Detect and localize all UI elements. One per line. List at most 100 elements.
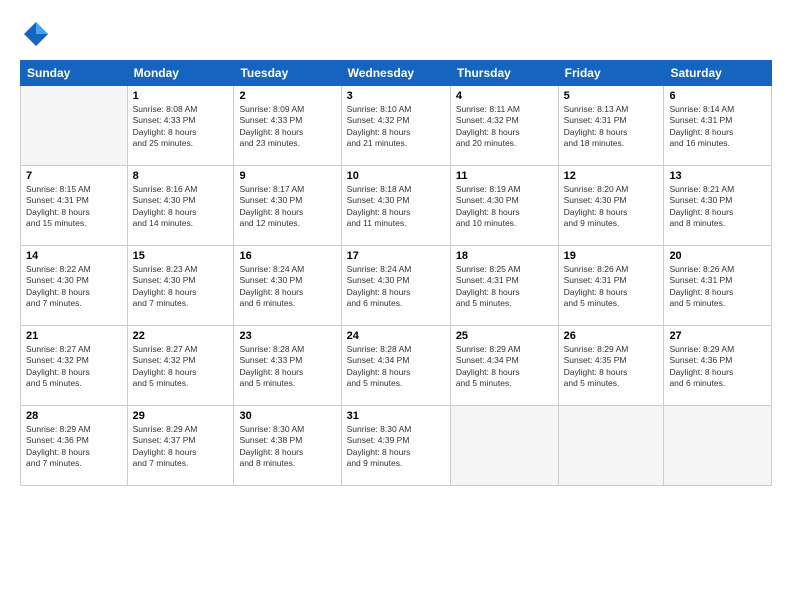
- day-number: 17: [347, 250, 445, 262]
- day-info: Sunrise: 8:21 AM Sunset: 4:30 PM Dayligh…: [669, 184, 766, 230]
- day-number: 1: [133, 90, 229, 102]
- day-number: 14: [26, 250, 122, 262]
- weekday-row: SundayMondayTuesdayWednesdayThursdayFrid…: [21, 61, 772, 86]
- day-number: 23: [239, 330, 335, 342]
- day-number: 19: [564, 250, 659, 262]
- day-info: Sunrise: 8:24 AM Sunset: 4:30 PM Dayligh…: [239, 264, 335, 310]
- day-number: 28: [26, 410, 122, 422]
- day-info: Sunrise: 8:29 AM Sunset: 4:35 PM Dayligh…: [564, 344, 659, 390]
- day-info: Sunrise: 8:28 AM Sunset: 4:34 PM Dayligh…: [347, 344, 445, 390]
- day-cell: 9 Sunrise: 8:17 AM Sunset: 4:30 PM Daylig…: [234, 166, 341, 246]
- day-cell: [664, 406, 772, 486]
- weekday-header-friday: Friday: [558, 61, 664, 86]
- day-number: 31: [347, 410, 445, 422]
- day-number: 5: [564, 90, 659, 102]
- day-info: Sunrise: 8:24 AM Sunset: 4:30 PM Dayligh…: [347, 264, 445, 310]
- day-cell: 15 Sunrise: 8:23 AM Sunset: 4:30 PM Dayli…: [127, 246, 234, 326]
- day-cell: 10Sunrise: 8:18 AM Sunset: 4:30 PM Dayli…: [341, 166, 450, 246]
- weekday-header-thursday: Thursday: [450, 61, 558, 86]
- calendar-table: SundayMondayTuesdayWednesdayThursdayFrid…: [20, 60, 772, 486]
- day-cell: 17 Sunrise: 8:24 AM Sunset: 4:30 PM Dayli…: [341, 246, 450, 326]
- week-row-4: 21 Sunrise: 8:27 AM Sunset: 4:32 PM Dayli…: [21, 326, 772, 406]
- day-number: 20: [669, 250, 766, 262]
- day-cell: 2 Sunrise: 8:09 AM Sunset: 4:33 PM Daylig…: [234, 86, 341, 166]
- day-info: Sunrise: 8:27 AM Sunset: 4:32 PM Dayligh…: [133, 344, 229, 390]
- calendar-body: 1 Sunrise: 8:08 AM Sunset: 4:33 PM Daylig…: [21, 86, 772, 486]
- day-info: Sunrise: 8:26 AM Sunset: 4:31 PM Dayligh…: [669, 264, 766, 310]
- day-info: Sunrise: 8:26 AM Sunset: 4:31 PM Dayligh…: [564, 264, 659, 310]
- day-cell: 6 Sunrise: 8:14 AM Sunset: 4:31 PM Daylig…: [664, 86, 772, 166]
- day-number: 29: [133, 410, 229, 422]
- day-info: Sunrise: 8:30 AM Sunset: 4:38 PM Dayligh…: [239, 424, 335, 470]
- day-info: Sunrise: 8:30 AM Sunset: 4:39 PM Dayligh…: [347, 424, 445, 470]
- day-info: Sunrise: 8:23 AM Sunset: 4:30 PM Dayligh…: [133, 264, 229, 310]
- week-row-1: 1 Sunrise: 8:08 AM Sunset: 4:33 PM Daylig…: [21, 86, 772, 166]
- day-info: Sunrise: 8:29 AM Sunset: 4:36 PM Dayligh…: [26, 424, 122, 470]
- day-number: 27: [669, 330, 766, 342]
- day-info: Sunrise: 8:15 AM Sunset: 4:31 PM Dayligh…: [26, 184, 122, 230]
- day-cell: 1 Sunrise: 8:08 AM Sunset: 4:33 PM Daylig…: [127, 86, 234, 166]
- day-cell: 21 Sunrise: 8:27 AM Sunset: 4:32 PM Dayli…: [21, 326, 128, 406]
- day-number: 26: [564, 330, 659, 342]
- day-info: Sunrise: 8:22 AM Sunset: 4:30 PM Dayligh…: [26, 264, 122, 310]
- day-cell: 26 Sunrise: 8:29 AM Sunset: 4:35 PM Dayli…: [558, 326, 664, 406]
- day-info: Sunrise: 8:09 AM Sunset: 4:33 PM Dayligh…: [239, 104, 335, 150]
- page: SundayMondayTuesdayWednesdayThursdayFrid…: [0, 0, 792, 612]
- day-info: Sunrise: 8:10 AM Sunset: 4:32 PM Dayligh…: [347, 104, 445, 150]
- day-cell: 3 Sunrise: 8:10 AM Sunset: 4:32 PM Daylig…: [341, 86, 450, 166]
- day-cell: [21, 86, 128, 166]
- day-cell: 7 Sunrise: 8:15 AM Sunset: 4:31 PM Daylig…: [21, 166, 128, 246]
- day-number: 12: [564, 170, 659, 182]
- day-info: Sunrise: 8:20 AM Sunset: 4:30 PM Dayligh…: [564, 184, 659, 230]
- day-cell: 16Sunrise: 8:24 AM Sunset: 4:30 PM Dayli…: [234, 246, 341, 326]
- day-cell: 8 Sunrise: 8:16 AM Sunset: 4:30 PM Daylig…: [127, 166, 234, 246]
- day-info: Sunrise: 8:08 AM Sunset: 4:33 PM Dayligh…: [133, 104, 229, 150]
- header: [20, 18, 772, 50]
- week-row-5: 28 Sunrise: 8:29 AM Sunset: 4:36 PM Dayli…: [21, 406, 772, 486]
- day-cell: 24 Sunrise: 8:28 AM Sunset: 4:34 PM Dayli…: [341, 326, 450, 406]
- weekday-header-saturday: Saturday: [664, 61, 772, 86]
- day-cell: [558, 406, 664, 486]
- day-number: 30: [239, 410, 335, 422]
- logo: [20, 18, 56, 50]
- day-number: 24: [347, 330, 445, 342]
- day-number: 2: [239, 90, 335, 102]
- day-cell: 20 Sunrise: 8:26 AM Sunset: 4:31 PM Dayli…: [664, 246, 772, 326]
- day-number: 15: [133, 250, 229, 262]
- day-number: 22: [133, 330, 229, 342]
- day-number: 8: [133, 170, 229, 182]
- day-number: 25: [456, 330, 553, 342]
- day-info: Sunrise: 8:14 AM Sunset: 4:31 PM Dayligh…: [669, 104, 766, 150]
- day-number: 21: [26, 330, 122, 342]
- day-number: 9: [239, 170, 335, 182]
- day-info: Sunrise: 8:18 AM Sunset: 4:30 PM Dayligh…: [347, 184, 445, 230]
- day-info: Sunrise: 8:28 AM Sunset: 4:33 PM Dayligh…: [239, 344, 335, 390]
- day-info: Sunrise: 8:27 AM Sunset: 4:32 PM Dayligh…: [26, 344, 122, 390]
- day-cell: 12 Sunrise: 8:20 AM Sunset: 4:30 PM Dayli…: [558, 166, 664, 246]
- day-cell: 31 Sunrise: 8:30 AM Sunset: 4:39 PM Dayli…: [341, 406, 450, 486]
- day-number: 6: [669, 90, 766, 102]
- day-info: Sunrise: 8:13 AM Sunset: 4:31 PM Dayligh…: [564, 104, 659, 150]
- day-info: Sunrise: 8:19 AM Sunset: 4:30 PM Dayligh…: [456, 184, 553, 230]
- week-row-3: 14 Sunrise: 8:22 AM Sunset: 4:30 PM Dayli…: [21, 246, 772, 326]
- day-info: Sunrise: 8:29 AM Sunset: 4:36 PM Dayligh…: [669, 344, 766, 390]
- day-cell: 23 Sunrise: 8:28 AM Sunset: 4:33 PM Dayli…: [234, 326, 341, 406]
- weekday-header-wednesday: Wednesday: [341, 61, 450, 86]
- day-cell: 30 Sunrise: 8:30 AM Sunset: 4:38 PM Dayli…: [234, 406, 341, 486]
- week-row-2: 7 Sunrise: 8:15 AM Sunset: 4:31 PM Daylig…: [21, 166, 772, 246]
- day-cell: 28 Sunrise: 8:29 AM Sunset: 4:36 PM Dayli…: [21, 406, 128, 486]
- day-cell: [450, 406, 558, 486]
- day-cell: 27 Sunrise: 8:29 AM Sunset: 4:36 PM Dayli…: [664, 326, 772, 406]
- calendar-header: SundayMondayTuesdayWednesdayThursdayFrid…: [21, 61, 772, 86]
- day-cell: 22 Sunrise: 8:27 AM Sunset: 4:32 PM Dayli…: [127, 326, 234, 406]
- day-info: Sunrise: 8:16 AM Sunset: 4:30 PM Dayligh…: [133, 184, 229, 230]
- day-cell: 5 Sunrise: 8:13 AM Sunset: 4:31 PM Daylig…: [558, 86, 664, 166]
- day-number: 4: [456, 90, 553, 102]
- day-info: Sunrise: 8:17 AM Sunset: 4:30 PM Dayligh…: [239, 184, 335, 230]
- day-cell: 18Sunrise: 8:25 AM Sunset: 4:31 PM Dayli…: [450, 246, 558, 326]
- day-number: 3: [347, 90, 445, 102]
- day-cell: 19 Sunrise: 8:26 AM Sunset: 4:31 PM Dayli…: [558, 246, 664, 326]
- day-number: 11: [456, 170, 553, 182]
- weekday-header-sunday: Sunday: [21, 61, 128, 86]
- day-number: 7: [26, 170, 122, 182]
